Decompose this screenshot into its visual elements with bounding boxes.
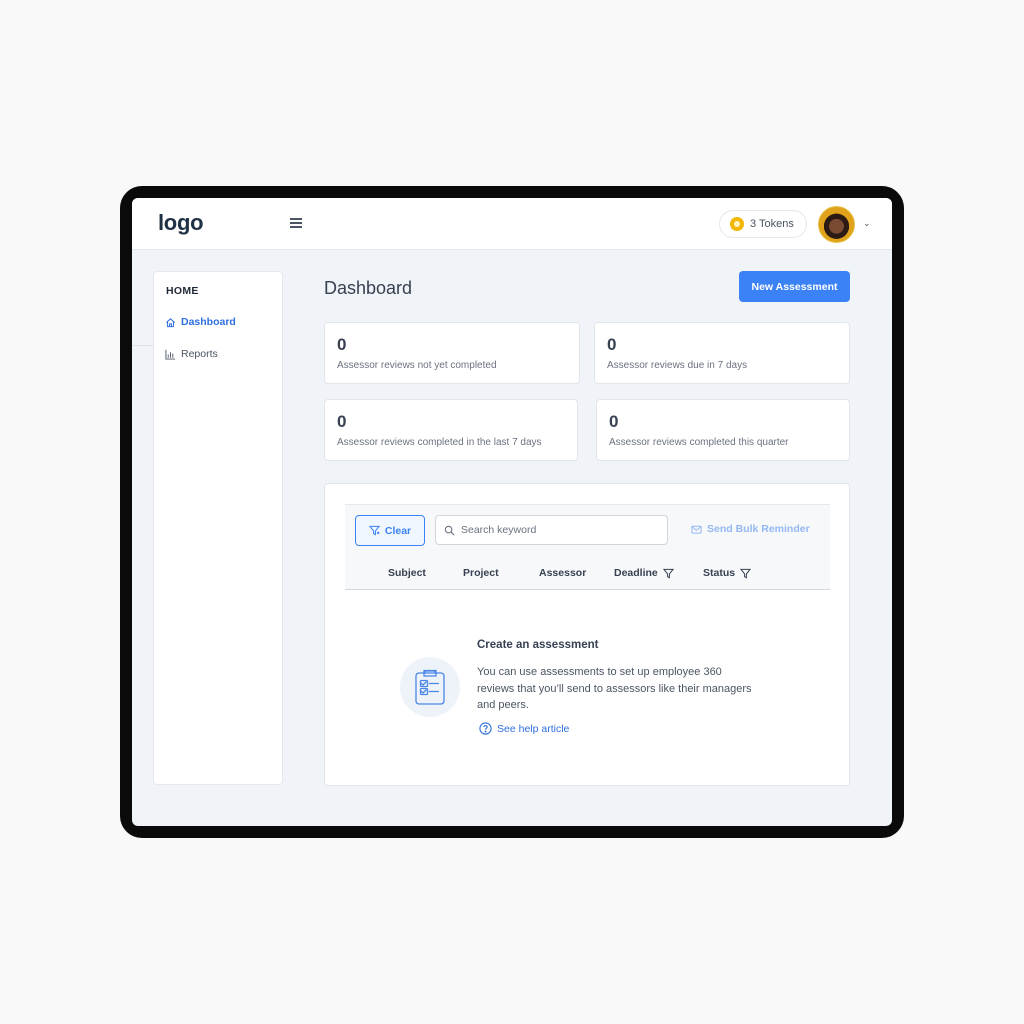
chevron-down-icon[interactable]: ⌄	[863, 218, 871, 229]
filter-icon[interactable]	[662, 568, 674, 579]
sidebar-divider	[132, 345, 153, 346]
stat-card: 0 Assessor reviews due in 7 days	[594, 322, 850, 384]
sidebar-item-reports[interactable]: Reports	[165, 348, 218, 360]
assessments-panel: Clear Send Bulk Reminder Subject	[324, 483, 850, 786]
stat-card: 0 Assessor reviews completed in the last…	[324, 399, 578, 461]
stat-value: 0	[337, 412, 347, 431]
filter-icon[interactable]	[740, 568, 752, 579]
column-label: Project	[463, 567, 499, 579]
stat-label: Assessor reviews completed this quarter	[609, 437, 789, 448]
sidebar-heading: HOME	[166, 285, 199, 297]
tokens-label: 3 Tokens	[750, 218, 794, 230]
sidebar: HOME Dashboard Reports	[153, 271, 283, 785]
tokens-badge[interactable]: 3 Tokens	[719, 210, 807, 238]
stat-label: Assessor reviews not yet completed	[337, 360, 497, 371]
clipboard-check-icon	[400, 657, 460, 717]
column-label: Assessor	[539, 567, 587, 579]
hamburger-menu-icon[interactable]	[290, 218, 302, 228]
new-assessment-button[interactable]: New Assessment	[739, 271, 850, 302]
stat-value: 0	[337, 335, 347, 354]
coin-icon	[730, 217, 744, 231]
help-circle-icon	[479, 722, 492, 735]
column-header-project[interactable]: Project	[463, 567, 499, 579]
search-box[interactable]	[435, 515, 668, 545]
help-link-label: See help article	[497, 722, 570, 735]
empty-state-body: You can use assessments to set up employ…	[477, 666, 752, 711]
app-screen: logo 3 Tokens ⌄ HOME Dashboard Reports D…	[132, 198, 892, 826]
stat-label: Assessor reviews completed in the last 7…	[337, 437, 542, 448]
search-input[interactable]	[461, 524, 651, 536]
device-frame: logo 3 Tokens ⌄ HOME Dashboard Reports D…	[120, 186, 904, 838]
empty-state-title: Create an assessment	[477, 639, 599, 651]
clear-label: Clear	[384, 524, 412, 537]
logo[interactable]: logo	[158, 210, 204, 236]
column-header-subject[interactable]: Subject	[388, 567, 426, 579]
clear-filters-button[interactable]: Clear	[355, 515, 425, 546]
column-label: Status	[703, 567, 736, 579]
stat-value: 0	[609, 412, 619, 431]
stat-label: Assessor reviews due in 7 days	[607, 360, 748, 371]
column-label: Deadline	[614, 567, 658, 579]
see-help-article-link[interactable]: See help article	[479, 722, 569, 735]
sidebar-item-label: Dashboard	[181, 316, 236, 328]
column-header-assessor[interactable]: Assessor	[539, 567, 586, 579]
home-icon	[166, 317, 175, 327]
bar-chart-icon	[165, 349, 176, 360]
top-bar: logo 3 Tokens ⌄	[132, 198, 892, 250]
avatar[interactable]	[818, 206, 855, 243]
send-bulk-reminder-button[interactable]: Send Bulk Reminder	[691, 523, 810, 535]
page-title: Dashboard	[324, 278, 413, 298]
column-header-status[interactable]: Status	[703, 567, 752, 579]
search-icon	[444, 525, 455, 535]
table-toolbar: Clear Send Bulk Reminder Subject	[345, 504, 830, 590]
mail-icon	[691, 525, 702, 534]
sidebar-item-dashboard[interactable]: Dashboard	[165, 316, 236, 328]
stat-value: 0	[607, 335, 617, 354]
column-label: Subject	[388, 567, 426, 579]
bulk-label: Send Bulk Reminder	[707, 523, 810, 535]
filter-clear-icon	[368, 525, 380, 536]
stat-card: 0 Assessor reviews completed this quarte…	[596, 399, 850, 461]
column-header-deadline[interactable]: Deadline	[614, 567, 674, 579]
sidebar-item-label: Reports	[181, 348, 218, 360]
stat-card: 0 Assessor reviews not yet completed	[324, 322, 580, 384]
